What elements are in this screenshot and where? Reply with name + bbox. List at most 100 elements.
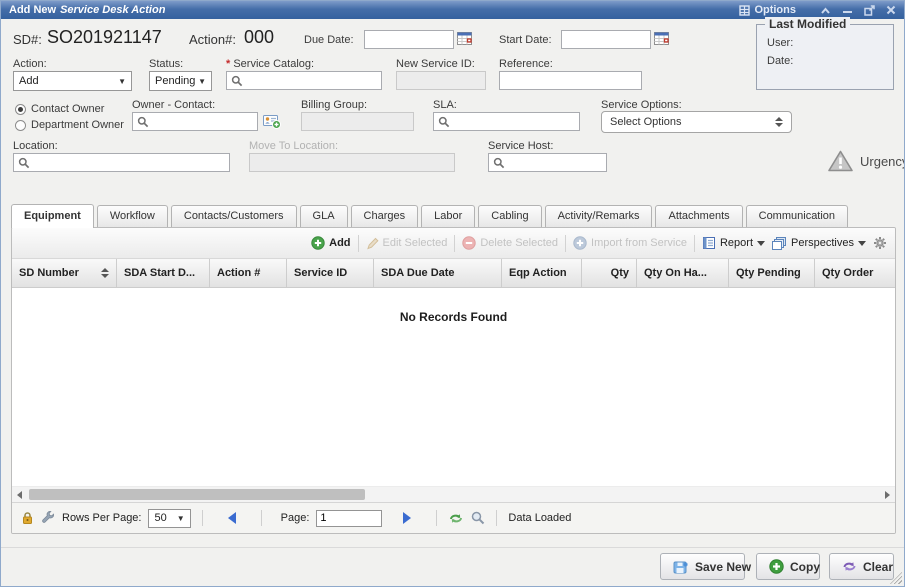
save-new-button[interactable]: Save New [660,553,745,580]
action-select[interactable]: Add▼ [13,71,132,91]
grid-icon [739,5,750,16]
action-number-value: 000 [244,27,274,48]
action-number-label: Action#: [189,32,236,47]
reference-input[interactable] [499,71,642,90]
horizontal-scrollbar[interactable] [12,486,895,502]
new-service-id-label: New Service ID: [396,58,475,70]
tab-workflow[interactable]: Workflow [97,205,168,227]
due-date-calendar-icon[interactable] [457,31,472,46]
refresh-icon[interactable] [448,512,464,525]
empty-grid-message: No Records Found [12,310,895,324]
scroll-left-icon[interactable] [17,491,22,499]
start-date-calendar-icon[interactable] [654,31,669,46]
delete-selected-button[interactable]: Delete Selected [462,236,558,250]
column-header-qty-ordered[interactable]: Qty Order [815,259,895,287]
pager-separator [261,510,262,526]
options-label: Options [754,4,796,16]
delete-icon [462,236,476,250]
tab-equipment[interactable]: Equipment [11,204,94,228]
rows-per-page-select[interactable]: 50▼ [148,509,190,528]
add-button[interactable]: Add [311,236,350,250]
contact-owner-radio[interactable]: Contact Owner [15,103,104,115]
minimize-button[interactable] [842,6,853,15]
save-new-icon [673,559,689,574]
options-menu-button[interactable]: Options [739,4,796,16]
collapse-button[interactable] [820,6,831,15]
gear-icon [873,236,887,250]
perspectives-menu-button[interactable]: Perspectives [772,236,866,250]
tab-charges[interactable]: Charges [351,205,419,227]
required-asterisk: * [226,58,230,70]
edit-selected-button[interactable]: Edit Selected [366,237,448,250]
chevron-down-icon [858,241,866,250]
column-header-eqp-action[interactable]: Eqp Action [502,259,582,287]
grid-pagination-bar: Rows Per Page: 50▼ Page: Data Loaded [12,502,895,533]
chevron-down-icon: ▼ [198,77,206,86]
column-header-action-number[interactable]: Action # [210,259,287,287]
chevron-down-icon [757,241,765,250]
sla-label: SLA: [433,99,457,111]
close-button[interactable] [886,5,896,15]
clear-button[interactable]: Clear [829,553,894,580]
sort-icon[interactable] [95,268,109,278]
next-page-button[interactable] [403,512,411,524]
department-owner-radio[interactable]: Department Owner [15,119,124,131]
sd-number-label: SD#: [13,32,42,47]
column-header-qty[interactable]: Qty [582,259,637,287]
urgency-indicator[interactable]: Urgency [827,149,905,173]
service-host-search-input[interactable] [488,153,607,172]
tab-gla[interactable]: GLA [300,205,348,227]
column-header-sda-due-date[interactable]: SDA Due Date [374,259,502,287]
report-menu-button[interactable]: Report [702,236,765,250]
copy-button[interactable]: Copy [756,553,820,580]
page-label: Page: [281,512,310,524]
status-select[interactable]: Pending▼ [149,71,212,91]
due-date-input[interactable] [364,30,454,49]
import-icon [573,236,587,250]
up-down-arrows-icon [775,117,783,127]
action-select-label: Action: [13,58,47,70]
column-header-sd-number[interactable]: SD Number [12,259,117,287]
owner-contact-search-input[interactable] [132,112,258,131]
page-number-input[interactable] [316,510,382,527]
pager-separator [496,510,497,526]
status-select-label: Status: [149,58,183,70]
grid-status-text: Data Loaded [508,512,571,524]
location-search-input[interactable] [13,153,230,172]
last-modified-panel: Last Modified User: Date: [756,24,894,90]
column-header-qty-pending[interactable]: Qty Pending [729,259,815,287]
start-date-input[interactable] [561,30,651,49]
grid-toolbar: Add Edit Selected Delete Selected Import… [12,228,895,259]
tab-attachments[interactable]: Attachments [655,205,742,227]
copy-icon [769,559,784,574]
column-header-qty-on-hand[interactable]: Qty On Ha... [637,259,729,287]
tab-communication[interactable]: Communication [746,205,848,227]
service-options-combobox[interactable]: Select Options [601,111,792,133]
contact-card-add-icon[interactable] [263,113,281,129]
grid-settings-button[interactable] [873,236,887,250]
search-records-icon[interactable] [471,511,485,525]
tab-cabling[interactable]: Cabling [478,205,541,227]
toolbar-separator [694,235,695,252]
tab-labor[interactable]: Labor [421,205,475,227]
previous-page-button[interactable] [228,512,236,524]
footer-divider [1,547,904,548]
move-to-location-input [249,153,455,172]
toolbar-separator [454,235,455,252]
lock-icon[interactable] [21,511,34,525]
pager-separator [202,510,203,526]
billing-group-label: Billing Group: [301,99,367,111]
wrench-icon[interactable] [41,511,55,525]
scroll-right-icon[interactable] [885,491,890,499]
equipment-grid-panel: Add Edit Selected Delete Selected Import… [11,227,896,534]
sla-search-input[interactable] [433,112,580,131]
import-from-service-button[interactable]: Import from Service [573,236,687,250]
scrollbar-thumb[interactable] [29,489,365,500]
column-header-service-id[interactable]: Service ID [287,259,374,287]
popout-button[interactable] [864,5,875,16]
column-header-sda-start-date[interactable]: SDA Start D... [117,259,210,287]
service-desk-action-window: Add NewService Desk Action Options SD#: … [0,0,905,587]
tab-contacts-customers[interactable]: Contacts/Customers [171,205,297,227]
tab-activity-remarks[interactable]: Activity/Remarks [545,205,653,227]
service-catalog-search-input[interactable] [226,71,382,90]
